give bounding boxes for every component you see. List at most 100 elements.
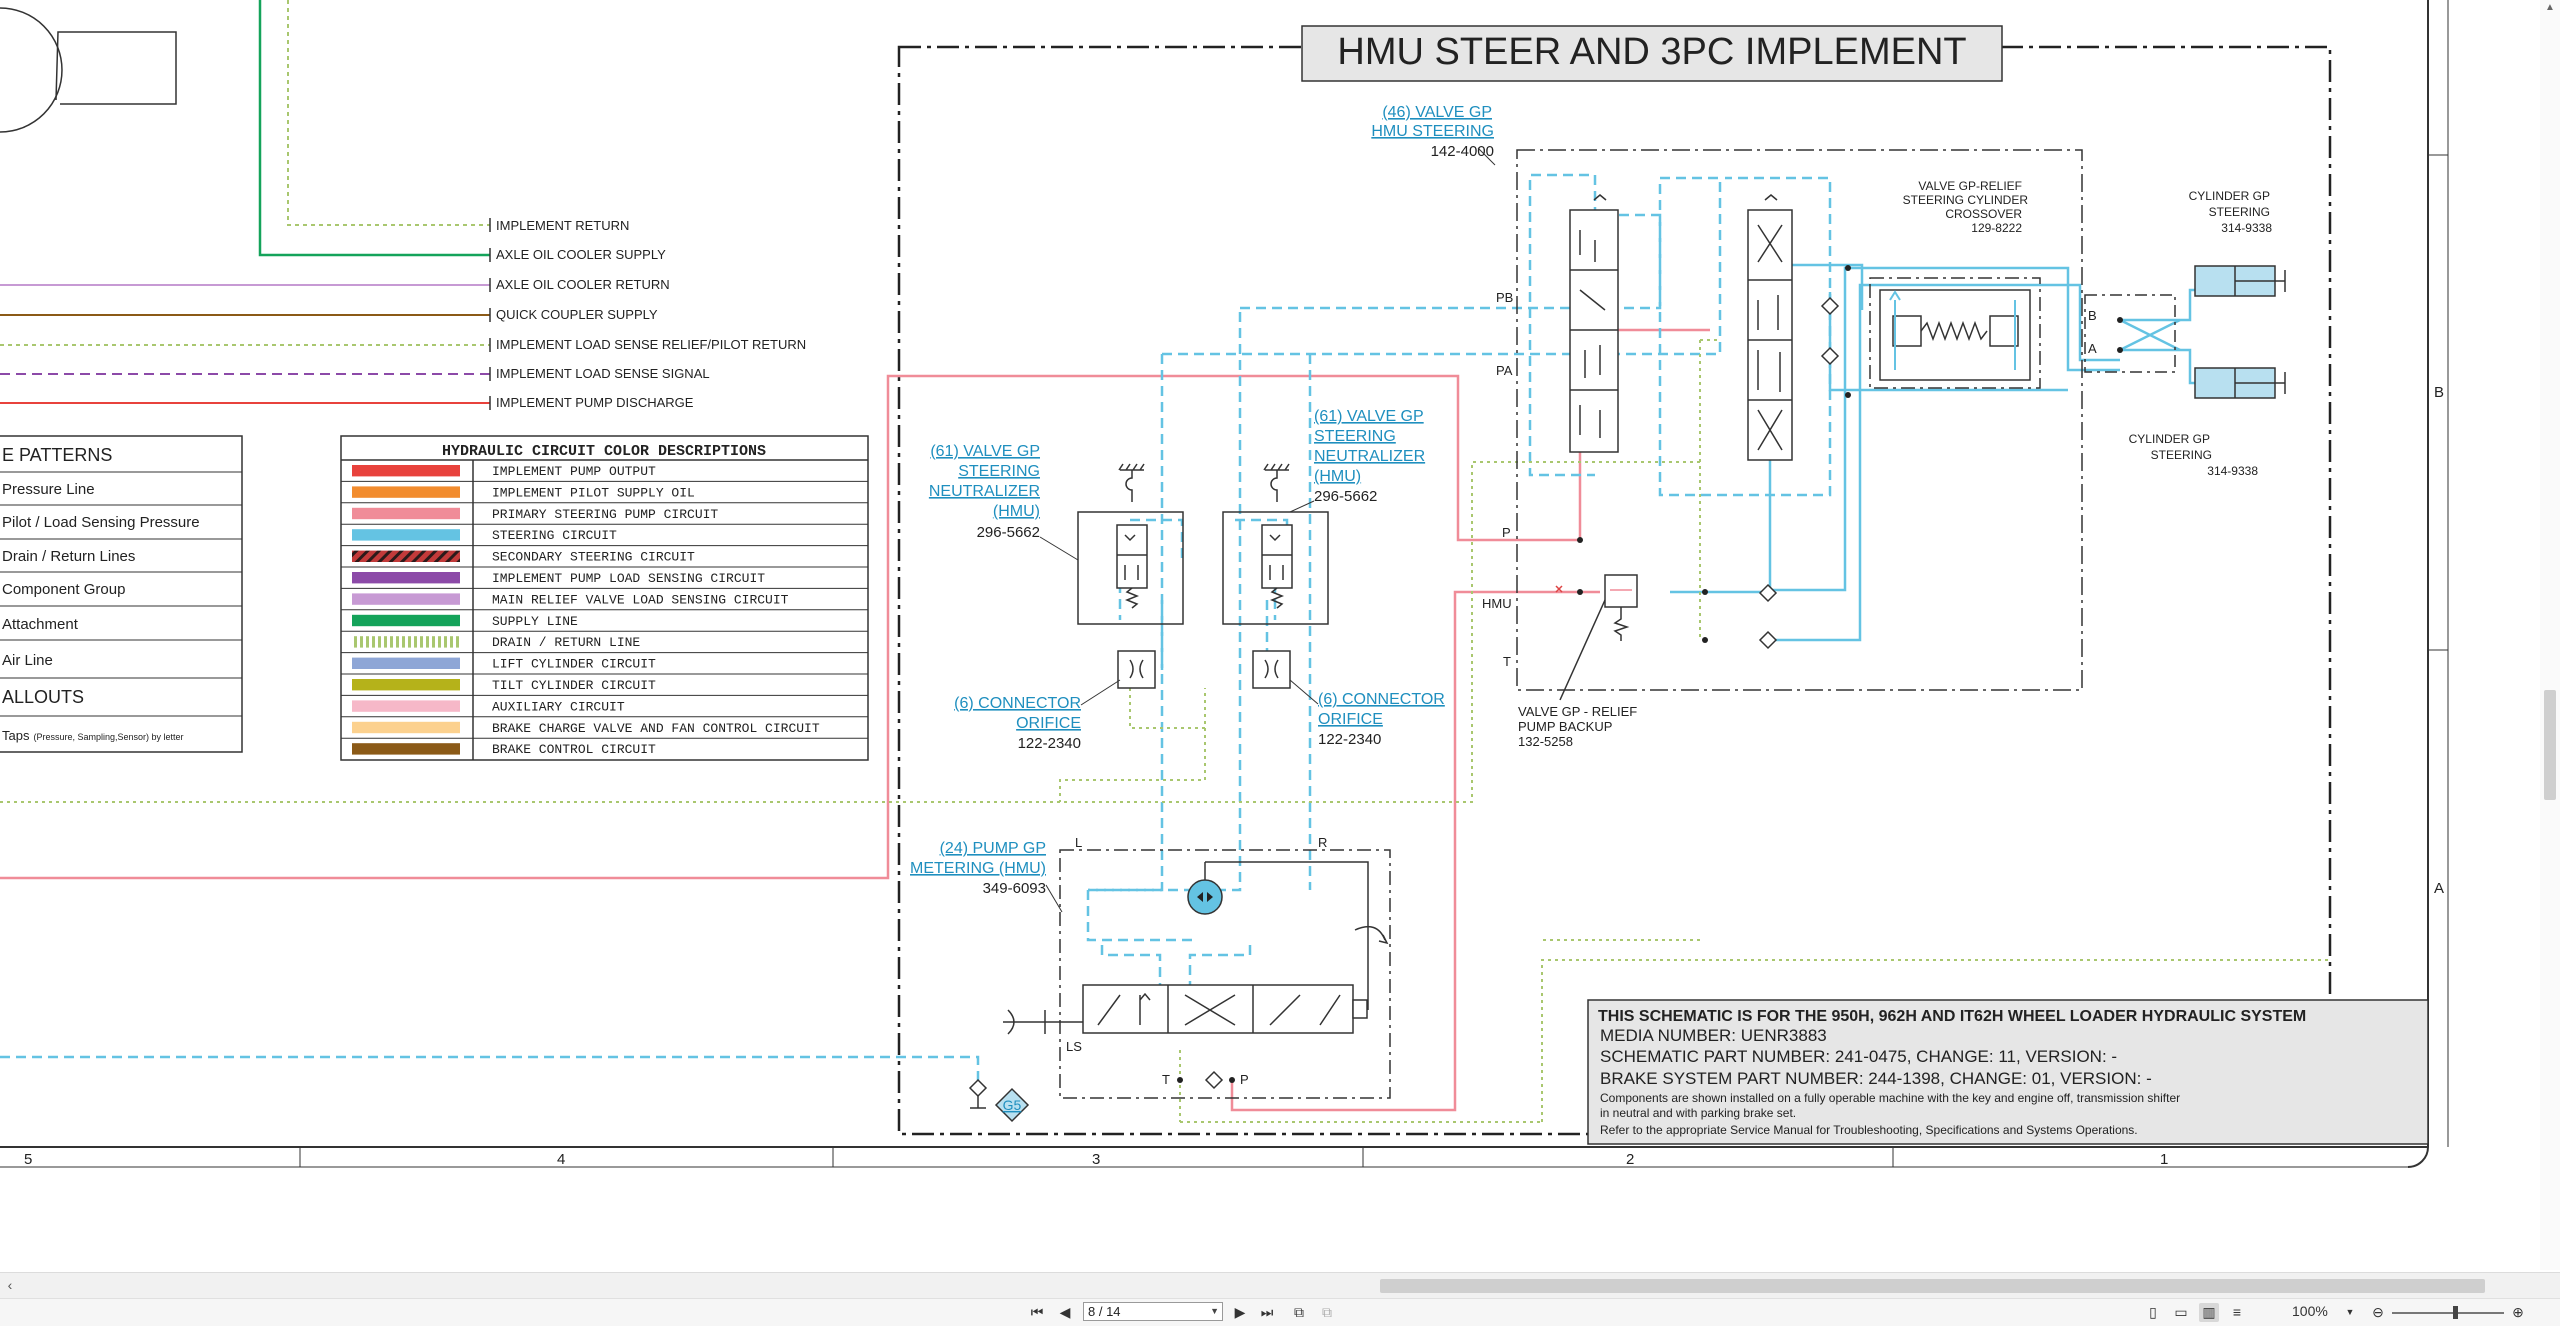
pattern-component-group: Component Group (2, 581, 125, 598)
tap-g5-label[interactable]: G5 (1003, 1097, 1022, 1113)
schematic-canvas: B A 5 4 3 2 1 IMPLEMENT RETURN AXLE OIL … (0, 0, 2560, 1270)
zoom-slider[interactable] (2392, 1303, 2504, 1322)
svg-text:(6) CONNECTOR[interactable]: (6) CONNECTOR (1318, 691, 1445, 708)
zoom-in-icon[interactable]: ⊕ (2508, 1303, 2528, 1322)
orifice-right (1252, 650, 1291, 689)
orifice-left (1117, 650, 1156, 689)
legend-axle-oil-cooler-return: AXLE OIL COOLER RETURN (496, 277, 670, 292)
svg-text:B: B (2088, 308, 2097, 323)
next-view-icon[interactable]: ⧉ (1317, 1303, 1337, 1322)
steering-cylinder-top (2194, 265, 2286, 297)
color-description: SECONDARY STEERING CIRCUIT (492, 550, 695, 565)
svg-text:STEERING[interactable]: STEERING (1314, 428, 1396, 445)
color-swatch (352, 679, 460, 691)
color-description: TILT CYLINDER CIRCUIT (492, 678, 656, 693)
two-page-view-icon[interactable]: ▥ (2199, 1303, 2219, 1322)
color-description: AUXILIARY CIRCUIT (492, 699, 625, 714)
zoom-out-icon[interactable]: ⊖ (2368, 1303, 2388, 1322)
svg-text:(HMU)[interactable]: (HMU) (993, 503, 1040, 520)
color-description: IMPLEMENT PUMP OUTPUT (492, 464, 656, 479)
pressure-tap-g5[interactable]: G5 (968, 1078, 1030, 1123)
previous-page-icon[interactable]: ◀ (1055, 1303, 1075, 1322)
two-page-continuous-view-icon[interactable]: ≡ (2227, 1303, 2247, 1322)
chevron-down-icon[interactable]: ▼ (1210, 1303, 1219, 1320)
svg-text:314-9338: 314-9338 (2207, 464, 2258, 478)
color-swatch (352, 507, 460, 520)
svg-text:CYLINDER GP: CYLINDER GP (2129, 432, 2210, 446)
svg-text:P: P (1502, 525, 1511, 540)
hmu-steering-spool-left (1569, 194, 1619, 453)
svg-text:(24) PUMP GP[interactable]: (24) PUMP GP (940, 840, 1046, 857)
schematic-info-box: THIS SCHEMATIC IS FOR THE 950H, 962H AND… (1587, 999, 2429, 1145)
color-swatch (352, 721, 460, 734)
grid-row-b: B (2434, 384, 2444, 401)
svg-text:STEERING CYLINDER: STEERING CYLINDER (1903, 193, 2029, 207)
orifice-left-label: (6) CONNECTOR ORIFICE 122-2340 (954, 679, 1121, 752)
color-description: IMPLEMENT PILOT SUPPLY OIL (492, 485, 695, 500)
legend-axle-oil-cooler-supply: AXLE OIL COOLER SUPPLY (496, 247, 666, 262)
svg-text:(6) CONNECTOR[interactable]: (6) CONNECTOR (954, 695, 1081, 712)
svg-text:ORIFICE[interactable]: ORIFICE (1318, 711, 1383, 728)
next-page-icon[interactable]: ▶ (1230, 1303, 1250, 1322)
color-description: BRAKE CHARGE VALVE AND FAN CONTROL CIRCU… (492, 721, 820, 736)
color-description: MAIN RELIEF VALVE LOAD SENSING CIRCUIT (492, 592, 789, 607)
svg-text:PUMP BACKUP: PUMP BACKUP (1518, 719, 1612, 734)
svg-text:132-5258: 132-5258 (1518, 734, 1573, 749)
page-number-input[interactable]: 8 / 14 ▼ (1083, 1302, 1223, 1321)
vertical-scrollbar[interactable]: ▲ (2540, 0, 2560, 1270)
single-page-view-icon[interactable]: ▯ (2143, 1303, 2163, 1322)
metering-pump-group (1003, 849, 1391, 1099)
zoom-dropdown-icon[interactable]: ▼ (2344, 1303, 2356, 1322)
color-swatch (352, 486, 460, 498)
zoom-slider-track (2392, 1312, 2504, 1314)
color-swatch (352, 550, 460, 562)
legend-load-sense-signal: IMPLEMENT LOAD SENSE SIGNAL (496, 366, 710, 381)
last-page-icon[interactable]: ⏭ (1257, 1303, 1277, 1322)
svg-text:NEUTRALIZER[interactable]: NEUTRALIZER (929, 483, 1040, 500)
svg-text:349-6093: 349-6093 (983, 880, 1046, 897)
color-description: PRIMARY STEERING PUMP CIRCUIT (492, 507, 718, 522)
zoom-slider-handle[interactable] (2453, 1306, 2458, 1319)
first-page-icon[interactable]: ⏮ (1027, 1303, 1047, 1322)
zoom-level[interactable]: 100% (2292, 1303, 2328, 1319)
hmu-steering-link-2[interactable]: HMU STEERING (1371, 123, 1494, 140)
hmu-steering-link-1[interactable]: (46) VALVE GP (1382, 104, 1492, 121)
svg-text:STEERING[interactable]: STEERING (958, 463, 1040, 480)
svg-text:(61) VALVE GP[interactable]: (61) VALVE GP (1314, 408, 1424, 425)
hmu-steering-spool-right (1747, 194, 1793, 461)
svg-text:(HMU)[interactable]: (HMU) (1314, 468, 1361, 485)
page-number-value: 8 / 14 (1088, 1304, 1121, 1319)
color-description: BRAKE CONTROL CIRCUIT (492, 742, 656, 757)
svg-text:296-5662: 296-5662 (977, 524, 1040, 541)
schematic-title: HMU STEER AND 3PC IMPLEMENT (1337, 31, 1966, 73)
continuous-view-icon[interactable]: ▭ (2171, 1303, 2191, 1322)
svg-text:ORIFICE[interactable]: ORIFICE (1016, 715, 1081, 732)
svg-text:NEUTRALIZER[interactable]: NEUTRALIZER (1314, 448, 1425, 465)
scroll-left-icon[interactable]: ‹ (2, 1277, 18, 1293)
svg-text:(61) VALVE GP[interactable]: (61) VALVE GP (930, 443, 1040, 460)
horizontal-scrollbar[interactable]: ‹ (0, 1272, 2560, 1299)
color-swatch (352, 700, 460, 712)
info-schematic-part: SCHEMATIC PART NUMBER: 241-0475, CHANGE:… (1600, 1047, 2117, 1066)
previous-view-icon[interactable]: ⧉ (1289, 1303, 1309, 1322)
color-table-heading: HYDRAULIC CIRCUIT COLOR DESCRIPTIONS (442, 443, 766, 460)
info-brake-part: BRAKE SYSTEM PART NUMBER: 244-1398, CHAN… (1600, 1069, 2152, 1088)
svg-text:METERING (HMU)[interactable]: METERING (HMU) (910, 860, 1046, 877)
relief-crossover-valve (1869, 277, 2041, 389)
horizontal-scroll-thumb[interactable] (1380, 1279, 2485, 1293)
sheet-border (2407, 0, 2429, 1168)
svg-text:PB: PB (1496, 290, 1513, 305)
svg-text:PA: PA (1496, 363, 1513, 378)
info-note-3: Refer to the appropriate Service Manual … (1600, 1123, 2138, 1137)
pattern-air-line: Air Line (2, 652, 53, 669)
color-swatch (352, 614, 460, 627)
scroll-up-icon[interactable]: ▲ (2544, 2, 2556, 14)
svg-text:CYLINDER GP: CYLINDER GP (2189, 189, 2270, 203)
steering-dashed-lines (0, 173, 1832, 1080)
relief-backup-label: VALVE GP - RELIEF PUMP BACKUP 132-5258 (1518, 704, 1637, 749)
pattern-attachment: Attachment (2, 616, 79, 633)
vertical-scroll-thumb[interactable] (2544, 690, 2556, 800)
pattern-pilot-ls: Pilot / Load Sensing Pressure (2, 514, 200, 531)
info-note-2: in neutral and with parking brake set. (1600, 1106, 1796, 1120)
svg-text:VALVE GP-RELIEF: VALVE GP-RELIEF (1918, 179, 2022, 193)
